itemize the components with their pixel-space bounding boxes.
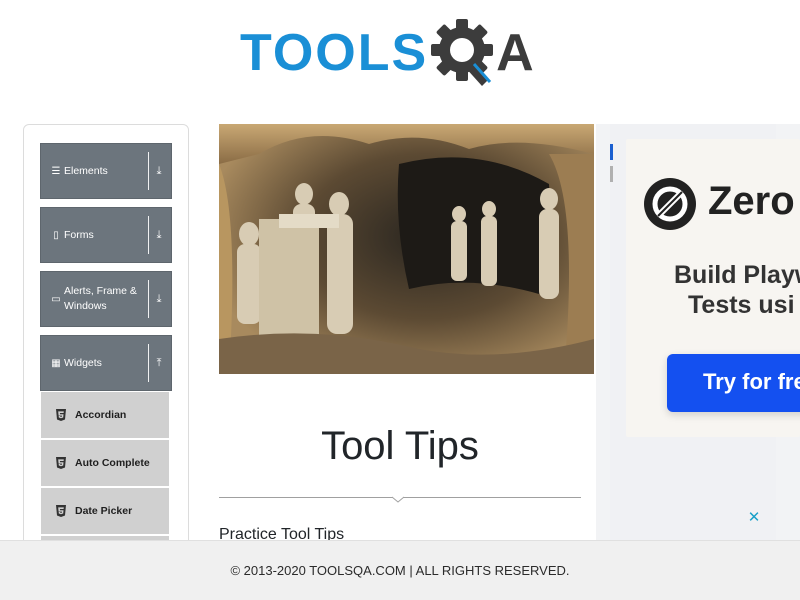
ad-headline-2: Tests usi <box>688 291 795 319</box>
ad-marker-gray <box>610 166 613 182</box>
sidebar-item-date-picker[interactable]: Date Picker <box>41 488 169 534</box>
html5-icon <box>56 505 66 517</box>
banner-image[interactable] <box>219 124 594 374</box>
html5-icon <box>56 457 66 469</box>
document-icon: ▯ <box>53 229 59 241</box>
separator <box>148 280 149 318</box>
sidebar-group-alerts[interactable]: ▭ Alerts, Frame & Windows ⤓ <box>40 271 172 327</box>
toolsqa-logo[interactable]: TOOLS A <box>240 14 534 92</box>
upload-icon: ⤒ <box>156 356 162 369</box>
header: TOOLS A <box>0 0 800 110</box>
sidebar-group-widgets[interactable]: ▦ Widgets ⤒ <box>40 335 172 391</box>
ad-cta-label: Try for fre <box>703 369 800 394</box>
zerostep-logo-icon <box>644 178 696 230</box>
sidebar-group-elements[interactable]: ☰ Elements ⤓ <box>40 143 172 199</box>
sidebar-item-label: Accordian <box>75 409 127 421</box>
logo-text-tools: TOOLS <box>240 24 429 82</box>
footer: © 2013-2020 TOOLSQA.COM | ALL RIGHTS RES… <box>0 540 800 600</box>
sidebar-item-label: Date Picker <box>75 505 133 517</box>
logo-text-a: A <box>496 24 534 82</box>
ad-headline: Build Playw <box>674 261 800 289</box>
chevron-down-icon <box>392 496 404 503</box>
ad-card[interactable]: Zero Build Playw Tests usi Try for fre <box>626 139 800 437</box>
download-icon: ⤓ <box>156 164 162 177</box>
download-icon: ⤓ <box>156 292 162 305</box>
separator <box>148 152 149 190</box>
sidebar-item-accordian[interactable]: Accordian <box>41 392 169 438</box>
download-icon: ⤓ <box>156 228 162 241</box>
grid-icon: ▦ <box>51 357 61 369</box>
ad-brand: Zero <box>708 179 795 223</box>
ad-cta-button[interactable]: Try for fre <box>667 354 800 412</box>
sidebar-group-forms[interactable]: ▯ Forms ⤓ <box>40 207 172 263</box>
sidebar-item-auto-complete[interactable]: Auto Complete <box>41 440 169 486</box>
close-icon[interactable]: ✕ <box>746 510 762 526</box>
footer-copyright: © 2013-2020 TOOLSQA.COM | ALL RIGHTS RES… <box>230 563 570 578</box>
html5-icon <box>56 409 66 421</box>
left-sidebar: ☰ Elements ⤓ ▯ Forms ⤓ ▭ Alerts, Frame &… <box>23 124 189 554</box>
separator <box>148 344 149 382</box>
gear-icon <box>431 19 494 86</box>
separator <box>148 216 149 254</box>
hamburger-icon: ☰ <box>51 165 61 177</box>
page: TOOLS A ☰ Elements ⤓ ▯ Forms ⤓ ▭ Alerts,… <box>0 0 800 600</box>
page-title: Tool Tips <box>321 424 479 468</box>
sidebar-item-label: Auto Complete <box>75 457 150 469</box>
window-icon: ▭ <box>51 293 61 305</box>
ad-marker-blue <box>610 144 613 160</box>
